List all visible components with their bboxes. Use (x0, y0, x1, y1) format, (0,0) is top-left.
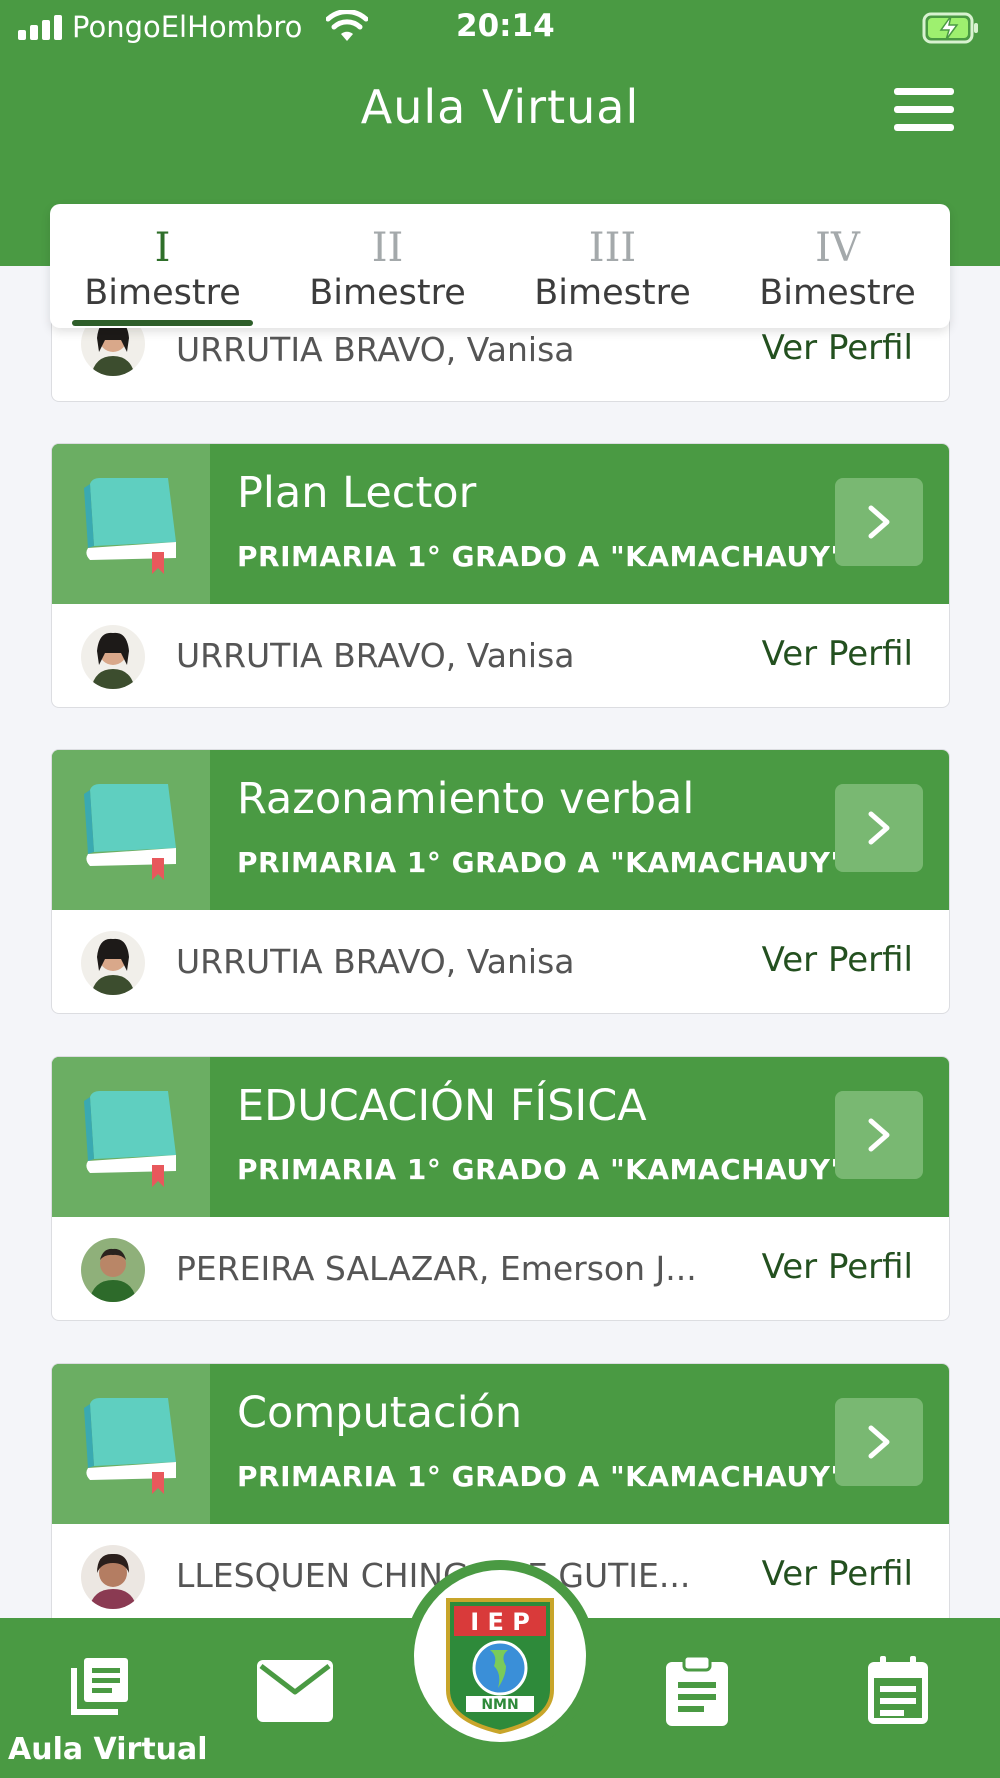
teacher-row: URRUTIA BRAVO, Vanisa Ver Perfil (52, 604, 949, 707)
nav-aula-virtual[interactable]: Aula Virtual (0, 1618, 208, 1778)
ver-perfil-link[interactable]: Ver Perfil (762, 1247, 913, 1287)
course-name: EDUCACIÓN FÍSICA (237, 1081, 647, 1131)
course-grade: PRIMARIA 1° GRADO A "KAMACHAUY" (237, 1460, 846, 1493)
bimestre-tabs: I Bimestre II Bimestre III Bimestre IV B… (50, 204, 950, 328)
book-icon (84, 784, 176, 880)
school-logo: I E P NMN (414, 1570, 586, 1742)
teacher-name: URRUTIA BRAVO, Vanisa (176, 330, 575, 369)
avatar (81, 931, 145, 995)
book-icon-box (52, 1057, 210, 1217)
nav-messages[interactable] (255, 1658, 345, 1738)
tab-numeral: I (154, 225, 171, 271)
calendar-icon (868, 1656, 928, 1724)
avatar (81, 1238, 145, 1302)
tab-numeral: II (371, 225, 404, 271)
open-course-button[interactable] (835, 478, 923, 566)
open-course-button[interactable] (835, 1091, 923, 1179)
open-course-button[interactable] (835, 1398, 923, 1486)
school-crest-icon: I E P NMN (446, 1598, 554, 1735)
teacher-row: PEREIRA SALAZAR, Emerson J... Ver Perfil (52, 1217, 949, 1320)
book-icon (84, 1091, 176, 1187)
chevron-right-icon (868, 1118, 890, 1152)
nav-calendar[interactable] (866, 1654, 936, 1744)
open-course-button[interactable] (835, 784, 923, 872)
school-logo-button[interactable]: I E P NMN (404, 1560, 596, 1752)
book-icon-box (52, 1364, 210, 1524)
tab-bimestre-1[interactable]: I Bimestre (50, 204, 275, 328)
tab-numeral: IV (815, 225, 860, 271)
course-header[interactable]: Computación PRIMARIA 1° GRADO A "KAMACHA… (52, 1364, 949, 1524)
course-grade: PRIMARIA 1° GRADO A "KAMACHAUY" (237, 540, 846, 573)
course-grade: PRIMARIA 1° GRADO A "KAMACHAUY" (237, 846, 846, 879)
book-icon-box (52, 750, 210, 910)
clipboard-icon (666, 1654, 728, 1726)
mail-icon (257, 1660, 333, 1722)
active-tab-indicator (72, 320, 253, 326)
teacher-row: URRUTIA BRAVO, Vanisa Ver Perfil (52, 910, 949, 1013)
ver-perfil-link[interactable]: Ver Perfil (762, 328, 913, 368)
tab-bimestre-4[interactable]: IV Bimestre (725, 204, 950, 328)
course-name: Razonamiento verbal (237, 774, 695, 824)
teacher-name: PEREIRA SALAZAR, Emerson J... (176, 1249, 697, 1288)
logo-top-text: I E P (470, 1608, 530, 1636)
book-icon (84, 1398, 176, 1494)
book-icon (84, 478, 176, 574)
avatar (81, 1545, 145, 1609)
course-header[interactable]: Plan Lector PRIMARIA 1° GRADO A "KAMACHA… (52, 444, 949, 604)
ver-perfil-link[interactable]: Ver Perfil (762, 1554, 913, 1594)
book-icon-box (52, 444, 210, 604)
nav-tasks[interactable] (664, 1654, 734, 1744)
course-card: Razonamiento verbal PRIMARIA 1° GRADO A … (51, 749, 950, 1014)
logo-bottom-text: NMN (481, 1697, 518, 1713)
course-card: EDUCACIÓN FÍSICA PRIMARIA 1° GRADO A "KA… (51, 1056, 950, 1321)
tab-label: Bimestre (534, 273, 691, 313)
course-name: Computación (237, 1388, 523, 1438)
course-name: Plan Lector (237, 468, 477, 518)
tab-bimestre-2[interactable]: II Bimestre (275, 204, 500, 328)
tab-label: Bimestre (309, 273, 466, 313)
course-header[interactable]: Razonamiento verbal PRIMARIA 1° GRADO A … (52, 750, 949, 910)
course-card: Plan Lector PRIMARIA 1° GRADO A "KAMACHA… (51, 443, 950, 708)
tab-label: Bimestre (84, 273, 241, 313)
nav-label: Aula Virtual (8, 1732, 208, 1767)
teacher-name: URRUTIA BRAVO, Vanisa (176, 636, 575, 675)
chevron-right-icon (868, 811, 890, 845)
tab-label: Bimestre (759, 273, 916, 313)
ver-perfil-link[interactable]: Ver Perfil (762, 940, 913, 980)
course-header[interactable]: EDUCACIÓN FÍSICA PRIMARIA 1° GRADO A "KA… (52, 1057, 949, 1217)
tab-bimestre-3[interactable]: III Bimestre (500, 204, 725, 328)
course-grade: PRIMARIA 1° GRADO A "KAMACHAUY" (237, 1153, 846, 1186)
avatar (81, 625, 145, 689)
ver-perfil-link[interactable]: Ver Perfil (762, 634, 913, 674)
courses-list-icon (71, 1658, 128, 1715)
chevron-right-icon (868, 505, 890, 539)
tab-numeral: III (588, 225, 637, 271)
teacher-name: URRUTIA BRAVO, Vanisa (176, 942, 575, 981)
chevron-right-icon (868, 1425, 890, 1459)
